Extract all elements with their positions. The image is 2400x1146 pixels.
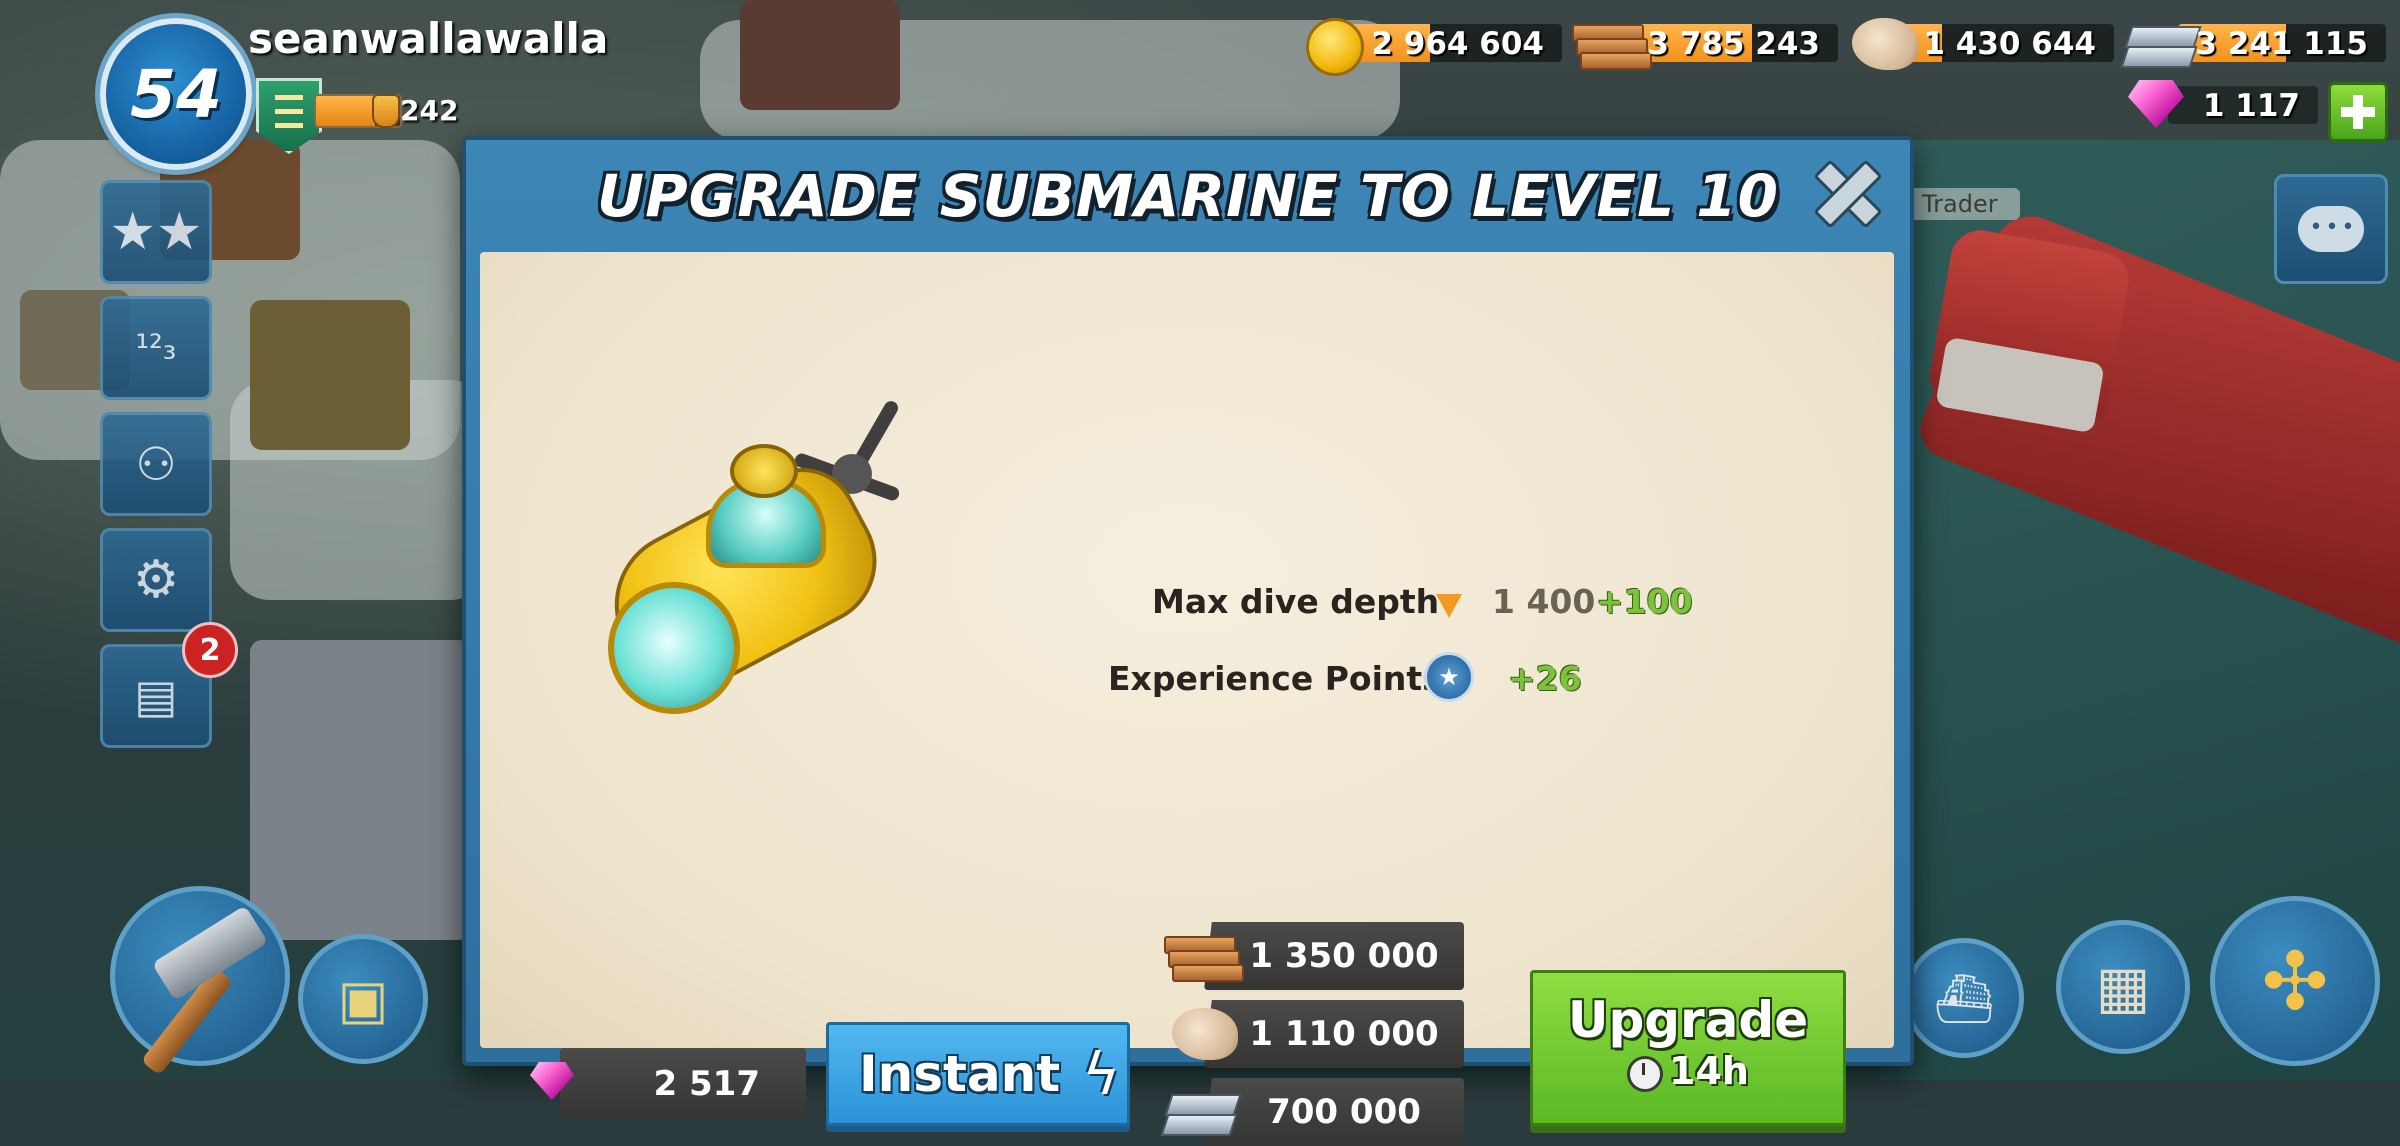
wood-cost: 1 350 000 <box>1249 936 1439 976</box>
iron-cost: 700 000 <box>1267 1092 1421 1132</box>
wood-resource[interactable]: 3 785 243 <box>1572 18 1838 70</box>
stone-amount: 1 430 644 <box>1923 26 2096 62</box>
submarine-hatch <box>730 444 798 498</box>
rank-chevron <box>275 95 303 108</box>
medal-icon <box>372 94 400 128</box>
diamond-amount: 1 117 <box>2202 88 2300 124</box>
dialog-title: UPGRADE SUBMARINE TO LEVEL 10 <box>596 162 1779 230</box>
instant-button-label: Instant <box>859 1045 1061 1103</box>
stat-value-max-dive-depth: 1 400 <box>1492 582 1596 621</box>
headquarters-stars-button[interactable]: ★★ <box>100 180 212 284</box>
player-level-badge[interactable]: 54 <box>100 18 252 170</box>
stat-bonus-experience-points: +26 <box>1508 659 1582 698</box>
treasure-chest-button[interactable]: ▣ <box>298 934 428 1064</box>
map-button[interactable]: ▦ <box>2056 920 2190 1054</box>
upgrade-button[interactable]: Upgrade 14h <box>1530 970 1846 1126</box>
map-icon: ▦ <box>2095 953 2151 1021</box>
submarine-front-window <box>608 582 740 714</box>
treasure-chest-icon: ▣ <box>337 967 389 1031</box>
upgrade-dialog: UPGRADE SUBMARINE TO LEVEL 10 Max dive d… <box>462 136 1914 1146</box>
depth-arrow-icon <box>1436 594 1462 618</box>
iron-ingot-icon <box>2120 18 2202 68</box>
stone-resource[interactable]: 1 430 644 <box>1852 18 2114 70</box>
chat-bubble-icon <box>2298 206 2364 252</box>
stars-icon: ★★ <box>109 202 203 262</box>
dialog-content-panel: Max dive depth 1 400 +100 Experience Poi… <box>480 252 1894 1146</box>
upgrade-button-label: Upgrade <box>1567 991 1809 1049</box>
player-username[interactable]: seanwallawalla <box>248 14 608 63</box>
upgrade-duration: 14h <box>1669 1049 1749 1093</box>
wood-amount: 3 785 243 <box>1647 26 1820 62</box>
gunboat[interactable] <box>250 640 470 940</box>
stat-label-experience-points: Experience Points <box>1108 659 1442 698</box>
settings-button[interactable]: ⚙ <box>100 528 212 632</box>
submarine-image <box>588 382 940 714</box>
task-force-icon: ⚇ <box>135 437 177 491</box>
compass-attack-button[interactable]: ✣ <box>2210 896 2380 1066</box>
boat-button[interactable]: ⛴ <box>1904 938 2024 1058</box>
notification-badge: 2 <box>182 622 238 678</box>
close-icon[interactable] <box>1816 162 1880 226</box>
buy-diamonds-plus-button[interactable] <box>2328 82 2388 142</box>
task-force-button[interactable]: ⚇ <box>100 412 212 516</box>
stat-bonus-max-dive-depth: +100 <box>1596 582 1693 621</box>
upgrade-time: 14h <box>1533 1049 1843 1093</box>
gold-resource[interactable]: 2 964 604 <box>1306 18 1562 76</box>
chat-button[interactable] <box>2274 174 2388 284</box>
stat-label-max-dive-depth: Max dive depth <box>1152 582 1440 621</box>
stone-icon <box>1852 18 1918 70</box>
building[interactable] <box>250 300 410 450</box>
player-level: 54 <box>130 55 222 133</box>
gold-amount: 2 964 604 <box>1371 26 1544 62</box>
instant-gem-cost-value: 2 517 <box>653 1064 760 1104</box>
xp-progress-fill <box>316 96 375 126</box>
iron-resource[interactable]: 3 241 115 <box>2120 18 2386 68</box>
instant-button[interactable]: Instant ϟ <box>826 1022 1130 1126</box>
lightning-bolt-icon: ϟ <box>1082 1040 1121 1108</box>
xp-value: 242 <box>400 94 459 127</box>
xp-star-icon: ★ <box>1424 652 1474 702</box>
gold-coin-icon <box>1306 18 1364 76</box>
newspaper-icon: ▤ <box>134 669 178 723</box>
podium-icon: ¹²₃ <box>135 328 177 368</box>
building[interactable] <box>740 0 900 110</box>
leaderboard-button[interactable]: ¹²₃ <box>100 296 212 400</box>
rank-chevron <box>275 109 303 122</box>
rank-chevron <box>275 123 303 136</box>
stopwatch-icon <box>1627 1055 1664 1092</box>
boat-icon: ⛴ <box>1933 970 1995 1027</box>
compass-icon: ✣ <box>2261 934 2329 1028</box>
wood-planks-icon <box>1572 18 1652 70</box>
build-hammer-button[interactable] <box>110 886 290 1076</box>
diamond-resource[interactable]: 1 117 <box>2128 80 2318 128</box>
trader-label[interactable]: Trader <box>1900 188 2020 220</box>
gear-icon: ⚙ <box>132 550 180 610</box>
stone-cost: 1 110 000 <box>1249 1014 1439 1054</box>
iron-amount: 3 241 115 <box>2195 26 2368 62</box>
